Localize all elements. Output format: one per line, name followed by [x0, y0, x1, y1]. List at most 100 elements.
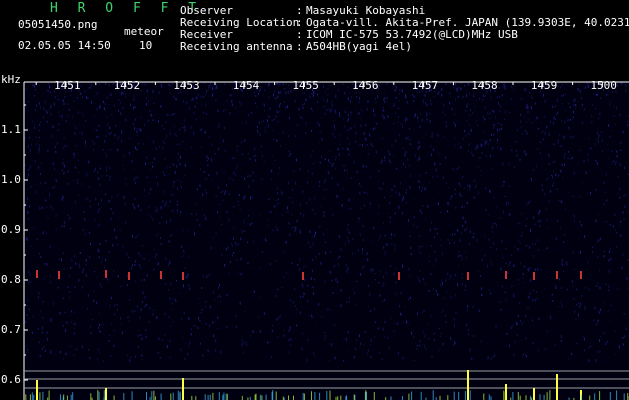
noise-pixel	[247, 223, 249, 225]
noise-pixel	[292, 189, 294, 191]
noise-pixel	[415, 113, 417, 117]
noise-pixel	[261, 178, 263, 181]
noise-pixel	[58, 111, 60, 113]
noise-pixel	[457, 229, 458, 232]
noise-pixel	[361, 267, 363, 269]
noise-pixel	[588, 347, 590, 349]
noise-pixel	[111, 323, 113, 325]
noise-pixel	[78, 263, 80, 265]
noise-pixel	[255, 102, 257, 104]
noise-pixel	[277, 193, 279, 195]
noise-pixel	[342, 188, 344, 190]
noise-pixel	[531, 96, 533, 99]
noise-pixel	[105, 258, 107, 262]
noise-pixel	[224, 83, 225, 85]
noise-pixel	[378, 204, 380, 207]
noise-pixel	[149, 259, 151, 262]
noise-pixel	[118, 217, 119, 219]
noise-pixel	[454, 113, 456, 116]
noise-pixel	[405, 151, 407, 153]
noise-pixel	[25, 345, 27, 347]
baseline-noise	[209, 394, 211, 400]
noise-pixel	[616, 154, 618, 158]
noise-pixel	[290, 344, 292, 347]
noise-pixel	[466, 227, 467, 231]
noise-pixel	[152, 119, 154, 122]
noise-pixel	[573, 220, 575, 222]
noise-pixel	[450, 295, 452, 299]
noise-pixel	[212, 87, 214, 91]
noise-pixel	[482, 98, 484, 101]
noise-pixel	[244, 217, 246, 220]
noise-pixel	[528, 306, 530, 309]
noise-pixel	[441, 94, 443, 97]
noise-pixel	[32, 120, 34, 123]
noise-pixel	[49, 87, 51, 89]
noise-pixel	[223, 110, 224, 112]
noise-pixel	[140, 267, 142, 269]
noise-pixel	[228, 219, 230, 223]
noise-pixel	[241, 153, 243, 155]
noise-pixel	[555, 173, 557, 177]
x-tick-label: 1457	[411, 79, 439, 92]
noise-pixel	[608, 269, 610, 273]
noise-pixel	[301, 283, 303, 285]
noise-pixel	[97, 348, 99, 351]
noise-pixel	[45, 232, 47, 235]
noise-pixel	[147, 119, 149, 123]
noise-pixel	[149, 181, 151, 183]
noise-pixel	[323, 215, 325, 217]
noise-pixel	[74, 286, 76, 289]
noise-pixel	[27, 127, 29, 130]
noise-pixel	[395, 281, 397, 284]
noise-pixel	[77, 179, 79, 182]
noise-pixel	[243, 220, 245, 224]
noise-pixel	[455, 169, 457, 171]
baseline-noise	[146, 391, 147, 400]
noise-pixel	[457, 283, 459, 287]
baseline-noise	[70, 394, 72, 400]
noise-pixel	[36, 238, 38, 241]
noise-pixel	[573, 99, 575, 103]
noise-pixel	[93, 170, 95, 173]
noise-pixel	[249, 335, 251, 338]
noise-pixel	[507, 201, 509, 204]
noise-pixel	[302, 106, 304, 109]
noise-pixel	[205, 217, 207, 220]
noise-pixel	[335, 110, 337, 114]
noise-pixel	[391, 144, 393, 147]
noise-pixel	[187, 273, 189, 277]
noise-pixel	[255, 95, 257, 97]
noise-pixel	[101, 286, 103, 288]
noise-pixel	[330, 272, 332, 274]
noise-pixel	[458, 166, 460, 169]
noise-pixel	[288, 222, 290, 225]
noise-pixel	[347, 86, 349, 89]
noise-pixel	[144, 305, 146, 308]
noise-pixel	[376, 95, 378, 99]
noise-pixel	[313, 278, 315, 281]
noise-pixel	[477, 191, 479, 195]
noise-pixel	[468, 183, 470, 186]
noise-pixel	[544, 100, 546, 103]
noise-pixel	[156, 234, 158, 236]
noise-pixel	[245, 162, 247, 164]
noise-pixel	[617, 192, 619, 195]
noise-pixel	[238, 194, 240, 197]
noise-pixel	[85, 259, 87, 262]
noise-pixel	[40, 173, 41, 175]
noise-pixel	[255, 159, 256, 162]
noise-pixel	[298, 107, 300, 111]
noise-pixel	[514, 341, 516, 344]
noise-pixel	[516, 334, 518, 336]
noise-pixel	[434, 251, 436, 253]
noise-pixel	[366, 352, 368, 355]
noise-pixel	[452, 233, 453, 236]
noise-pixel	[591, 274, 593, 277]
noise-pixel	[205, 323, 207, 325]
noise-pixel	[109, 179, 111, 181]
noise-pixel	[453, 344, 454, 346]
noise-pixel	[247, 262, 249, 264]
noise-pixel	[133, 179, 135, 181]
noise-pixel	[143, 258, 145, 260]
